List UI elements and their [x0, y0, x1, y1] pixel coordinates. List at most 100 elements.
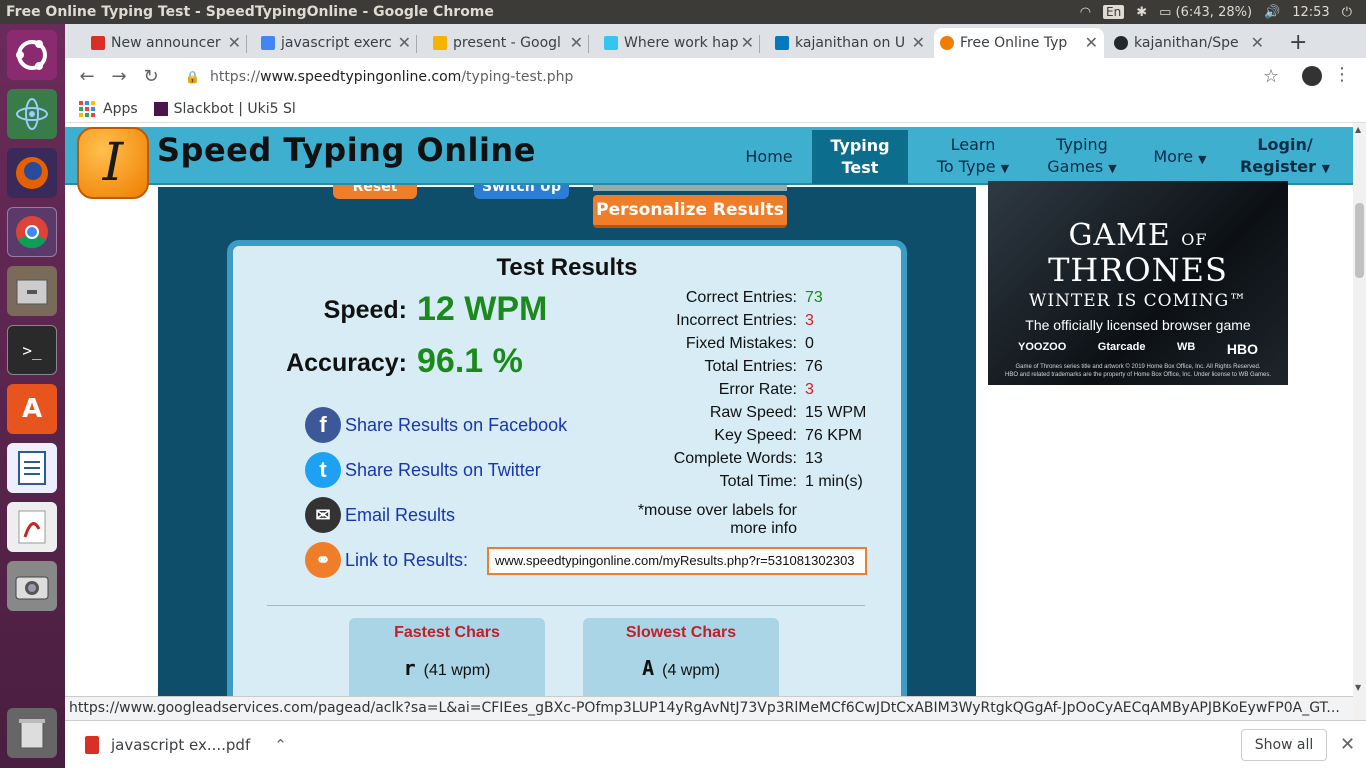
bluetooth-icon[interactable]: ✱	[1136, 5, 1147, 20]
download-item[interactable]: javascript ex....pdf ⌃	[65, 735, 287, 754]
ad-game-title-2: THRONES	[1048, 251, 1228, 289]
software-center-icon[interactable]: A	[7, 384, 57, 434]
nav-typing-games[interactable]: Typing Games ▼	[1039, 130, 1125, 184]
ad-title-word: OF	[1181, 230, 1208, 249]
volume-icon[interactable]: 🔊	[1264, 5, 1280, 20]
close-tab-icon[interactable]: ✕	[741, 33, 754, 52]
wifi-icon[interactable]: ◠	[1080, 5, 1091, 20]
close-tab-icon[interactable]: ✕	[398, 33, 411, 52]
yoozoo-logo: YOOZOO	[1018, 341, 1067, 353]
document-viewer-icon[interactable]	[7, 502, 57, 552]
nav-label-line: Games	[1047, 157, 1104, 176]
nav-label-line: Register	[1239, 157, 1316, 176]
stat-value: 76 KPM	[805, 427, 862, 444]
stat-label[interactable]: Complete Words:	[613, 450, 797, 468]
results-link-input[interactable]: www.speedtypingonline.com/myResults.php?…	[487, 547, 867, 575]
nav-learn-to-type[interactable]: Learn To Type ▼	[923, 130, 1023, 184]
tab-separator	[416, 35, 417, 53]
dropdown-arrow-icon: ▼	[1321, 162, 1331, 175]
trash-icon[interactable]	[7, 708, 57, 758]
tab-slides[interactable]: present - Googl ✕	[427, 28, 589, 58]
tab-github[interactable]: kajanithan/Spe ✕	[1108, 28, 1270, 58]
forward-arrow-icon[interactable]: →	[103, 66, 135, 87]
stat-label[interactable]: Total Entries:	[613, 358, 797, 376]
power-icon[interactable]: ⏻	[1342, 5, 1352, 20]
close-downloads-icon[interactable]: ✕	[1340, 734, 1355, 755]
share-twitter-label: Share Results on Twitter	[345, 459, 541, 480]
firefox-icon[interactable]	[7, 148, 57, 198]
stat-label[interactable]: Fixed Mistakes:	[613, 335, 797, 353]
ad-tagline: WINTER IS COMING™	[1028, 291, 1248, 311]
clock[interactable]: 12:53	[1292, 5, 1329, 20]
close-tab-icon[interactable]: ✕	[1085, 33, 1098, 52]
tab-docs[interactable]: javascript exerc ✕	[255, 28, 417, 58]
scroll-up-arrow-icon[interactable]: ▲	[1355, 125, 1361, 134]
bookmark-star-icon[interactable]: ☆	[1263, 66, 1279, 87]
stat-label[interactable]: Incorrect Entries:	[613, 312, 797, 330]
address-bar[interactable]: 🔒 https://www.speedtypingonline.com/typi…	[179, 62, 1289, 91]
tab-trello[interactable]: kajanithan on U ✕	[769, 28, 931, 58]
tab-speedtyping-active[interactable]: Free Online Typ ✕	[934, 28, 1104, 58]
stat-value: 13	[805, 450, 823, 467]
close-tab-icon[interactable]: ✕	[570, 33, 583, 52]
nav-label-line: Typing	[1056, 135, 1108, 154]
email-results-link[interactable]: ✉ Email Results	[305, 497, 455, 533]
switch-up-button[interactable]: Switch Up	[474, 185, 569, 199]
game-of-thrones-ad[interactable]: GAME OF THRONES WINTER IS COMING™ The of…	[988, 181, 1288, 385]
keyboard-language[interactable]: En	[1103, 5, 1125, 19]
tab-gmail[interactable]: New announcer ✕	[85, 28, 247, 58]
terminal-icon[interactable]: >_	[7, 325, 57, 375]
window-title: Free Online Typing Test - SpeedTypingOnl…	[6, 4, 494, 20]
reset-button[interactable]: Reset	[333, 185, 417, 199]
bookmark-slackbot[interactable]: Slackbot | Uki5 Sl	[153, 101, 296, 117]
stat-label[interactable]: Key Speed:	[613, 427, 797, 445]
site-name[interactable]: Speed Typing Online	[157, 131, 536, 169]
speed-label[interactable]: Speed:	[273, 296, 407, 325]
tab-label: kajanithan on U	[795, 35, 906, 51]
speedtyping-logo-icon[interactable]: I	[77, 127, 149, 199]
camera-icon[interactable]	[7, 561, 57, 611]
stat-label[interactable]: Error Rate:	[613, 381, 797, 399]
stat-label[interactable]: Total Time:	[613, 473, 797, 491]
personalize-results-button[interactable]: Personalize Results	[593, 195, 787, 228]
stat-value: 73	[805, 289, 823, 306]
nav-typing-test[interactable]: Typing Test	[812, 130, 908, 184]
share-facebook-link[interactable]: f Share Results on Facebook	[305, 407, 567, 443]
nav-more[interactable]: More ▼	[1145, 130, 1215, 184]
atom-editor-icon[interactable]	[7, 89, 57, 139]
battery-status[interactable]: ▭ (6:43, 28%)	[1159, 5, 1252, 20]
ubuntu-dash-icon[interactable]	[7, 30, 57, 80]
chevron-up-icon[interactable]: ⌃	[274, 736, 287, 754]
accuracy-label[interactable]: Accuracy:	[253, 349, 407, 378]
new-tab-button[interactable]: +	[1289, 30, 1307, 55]
results-divider	[267, 605, 865, 606]
libreoffice-writer-icon[interactable]	[7, 443, 57, 493]
reload-icon[interactable]: ↻	[135, 66, 167, 87]
nav-login-register[interactable]: Login/Register ▼	[1237, 130, 1333, 184]
test-results-box: Test Results Speed: 12 WPM Accuracy: 96.…	[227, 240, 907, 696]
stat-label[interactable]: Raw Speed:	[613, 404, 797, 422]
email-results-label: Email Results	[345, 504, 456, 525]
scrollbar-thumb[interactable]	[1355, 203, 1364, 278]
close-tab-icon[interactable]: ✕	[228, 33, 241, 52]
profile-avatar[interactable]	[1302, 66, 1322, 86]
scroll-down-arrow-icon[interactable]: ▼	[1355, 683, 1361, 692]
share-twitter-link[interactable]: t Share Results on Twitter	[305, 452, 541, 488]
chrome-icon[interactable]	[7, 207, 57, 257]
stat-label[interactable]: Correct Entries:	[613, 289, 797, 307]
tab-slack[interactable]: Where work hap ✕	[598, 28, 760, 58]
chrome-menu-icon[interactable]: ⋮	[1333, 64, 1351, 85]
slides-icon	[433, 36, 447, 50]
bookmark-apps[interactable]: Apps	[79, 100, 138, 117]
fastest-char-speed: (41 wpm)	[423, 662, 491, 679]
files-icon[interactable]	[7, 266, 57, 316]
close-tab-icon[interactable]: ✕	[912, 33, 925, 52]
close-tab-icon[interactable]: ✕	[1251, 33, 1264, 52]
show-all-downloads-button[interactable]: Show all	[1241, 729, 1327, 761]
page-scrollbar[interactable]: ▲ ▼	[1353, 123, 1366, 696]
link-to-results[interactable]: ⚭ Link to Results:	[305, 542, 468, 578]
nav-home[interactable]: Home	[737, 130, 801, 184]
tab-separator	[759, 35, 760, 53]
back-arrow-icon[interactable]: ←	[71, 66, 103, 87]
reset-label: Reset	[352, 185, 398, 195]
